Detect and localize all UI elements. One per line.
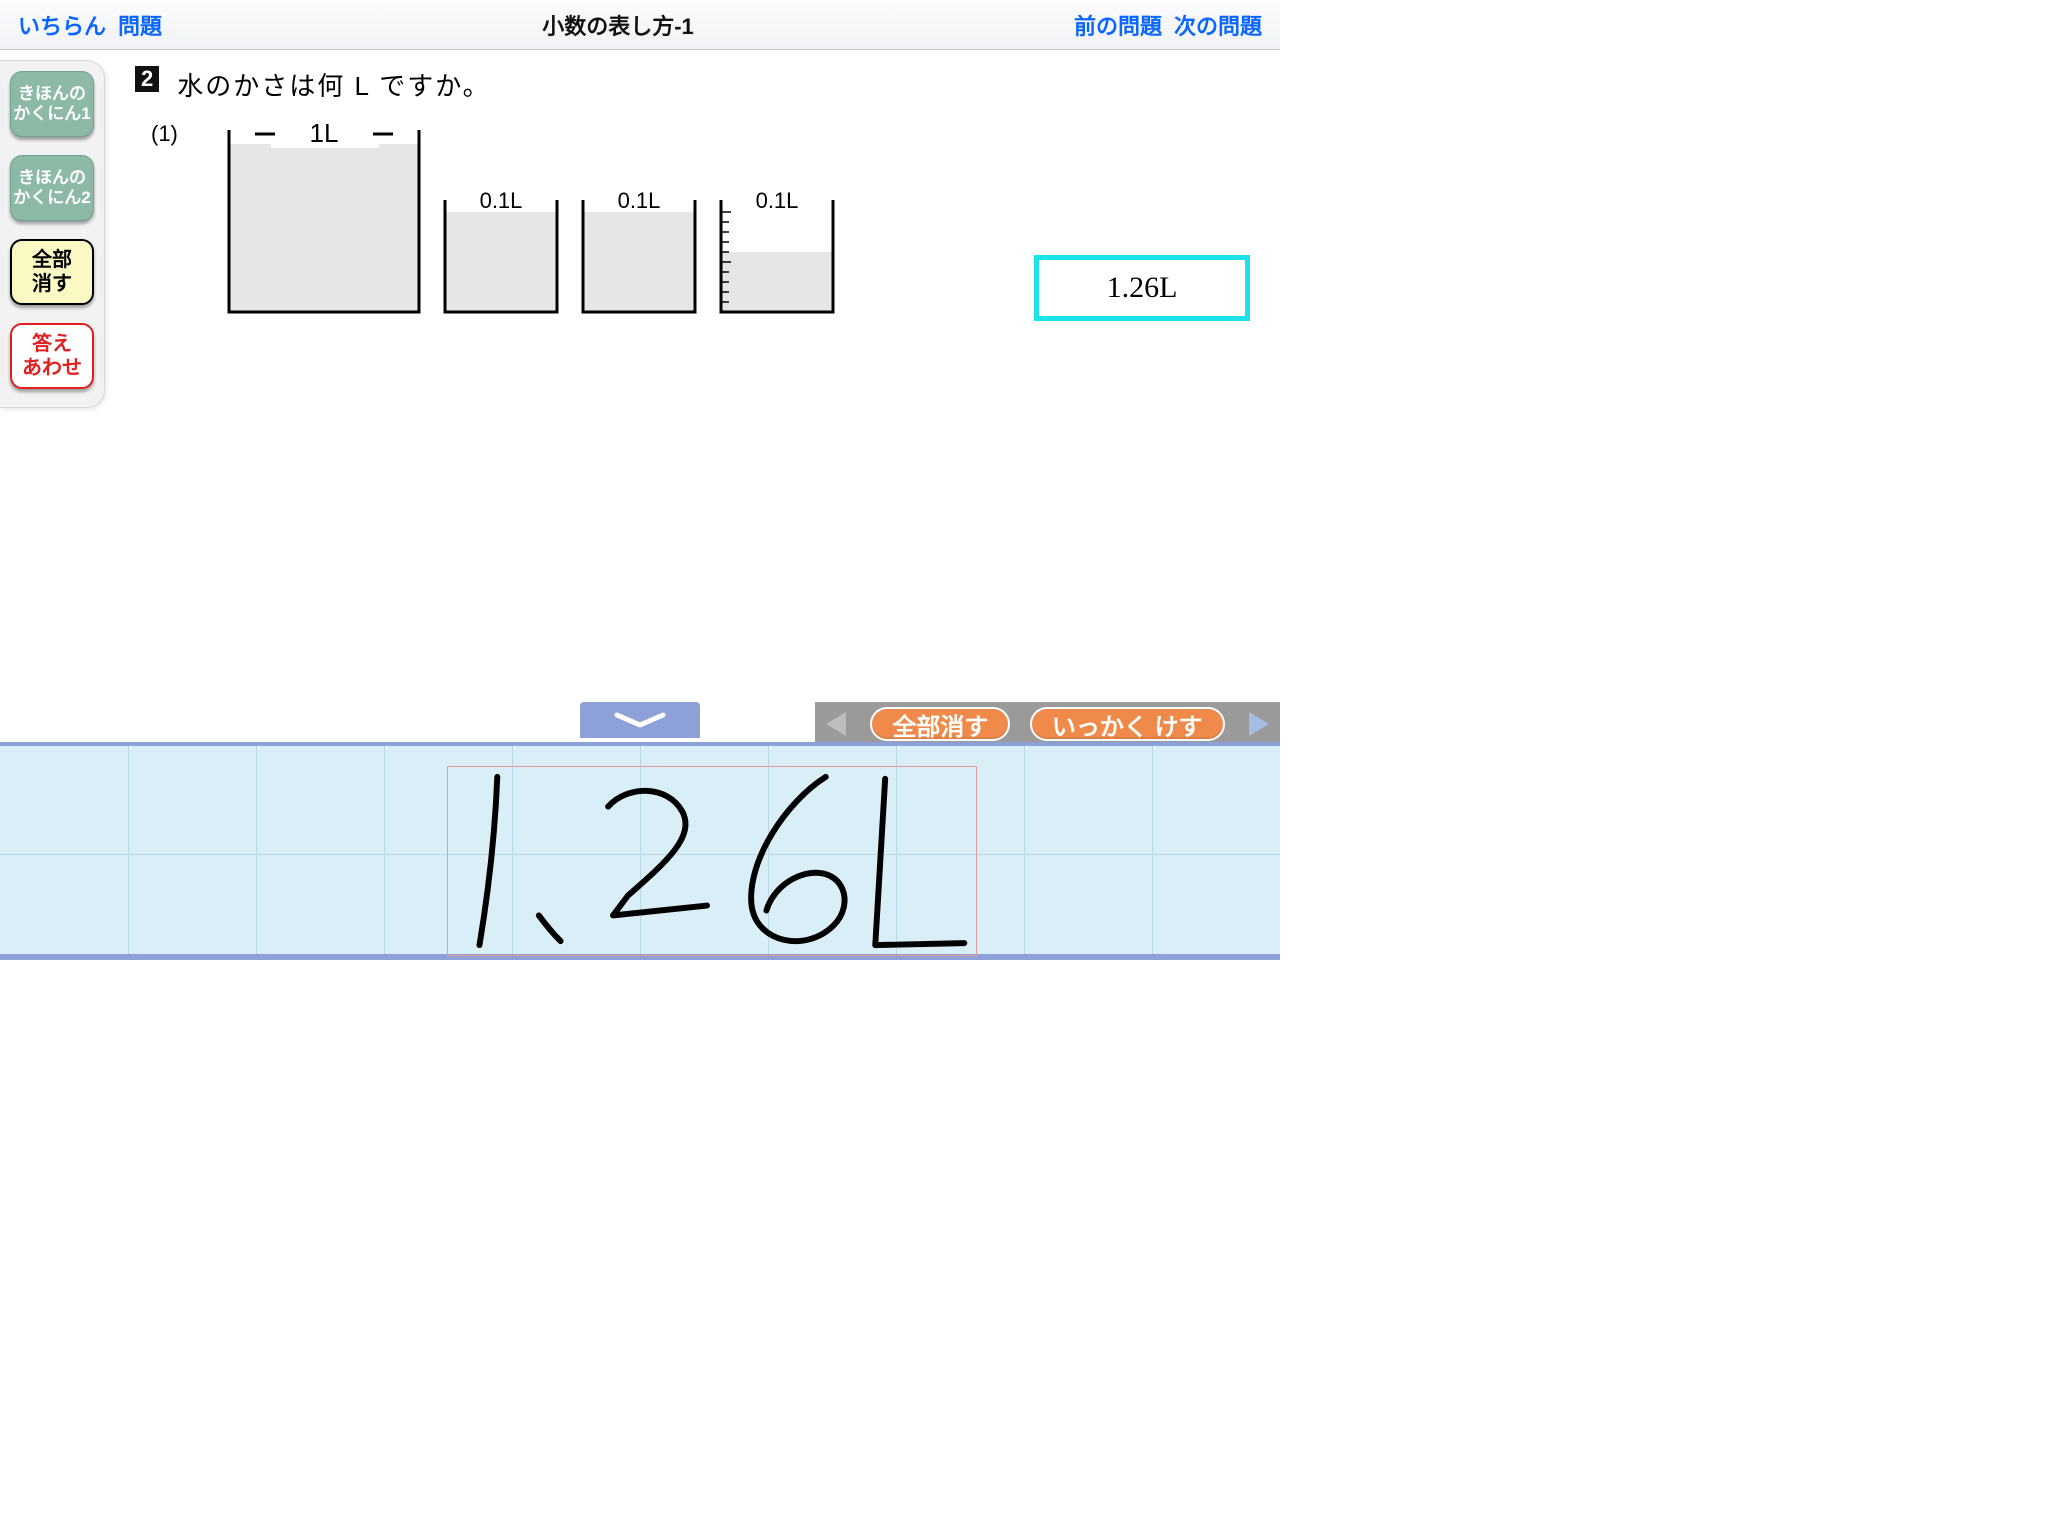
cup-01l-1-label: 0.1L bbox=[480, 190, 523, 213]
question-number-badge: 2 bbox=[135, 66, 159, 92]
clear-all-button[interactable]: 全部 消す bbox=[10, 239, 94, 305]
cup-01l-3-partial: 0.1L bbox=[717, 190, 837, 316]
chevron-down-icon bbox=[613, 711, 667, 729]
check-answer-button[interactable]: 答え あわせ bbox=[10, 323, 94, 389]
handwriting-ink-box[interactable] bbox=[447, 766, 977, 956]
answer-display[interactable]: 1.26L bbox=[1034, 255, 1250, 321]
cup-01l-2: 0.1L bbox=[579, 190, 699, 316]
basic-check-2-button[interactable]: きほんの かくにん2 bbox=[10, 155, 94, 221]
nav-problem-link[interactable]: 問題 bbox=[118, 9, 162, 41]
cup-01l-2-label: 0.1L bbox=[618, 190, 661, 213]
tool-clear-all-button[interactable]: 全部消す bbox=[870, 707, 1010, 741]
cup-01l-3-label: 0.1L bbox=[756, 190, 799, 213]
arrow-right-icon[interactable] bbox=[1244, 709, 1274, 739]
collapse-tab[interactable] bbox=[580, 702, 700, 738]
cup-1l-label: 1L bbox=[310, 120, 339, 148]
page-title: 小数の表し方-1 bbox=[542, 9, 694, 41]
main-content: 2 水のかさは何 L ですか。 (1) 1L 0.1L 0.1L bbox=[115, 60, 1280, 700]
writing-tool-strip: 全部消す いっかく けす bbox=[0, 702, 1280, 746]
basic-check-1-button[interactable]: きほんの かくにん1 bbox=[10, 71, 94, 137]
volume-diagram: 1L 0.1L 0.1L bbox=[225, 120, 837, 316]
sidebar: きほんの かくにん1 きほんの かくにん2 全部 消す 答え あわせ bbox=[0, 60, 105, 408]
tool-erase-stroke-button[interactable]: いっかく けす bbox=[1030, 707, 1225, 741]
nav-list-link[interactable]: いちらん bbox=[18, 9, 106, 41]
nav-prev-link[interactable]: 前の問題 bbox=[1074, 9, 1162, 41]
cup-1l: 1L bbox=[225, 120, 423, 316]
arrow-left-icon[interactable] bbox=[821, 709, 851, 739]
question-text: 水のかさは何 L ですか。 bbox=[177, 66, 490, 103]
handwriting-area[interactable] bbox=[0, 742, 1280, 960]
cup-01l-1: 0.1L bbox=[441, 190, 561, 316]
nav-next-link[interactable]: 次の問題 bbox=[1174, 9, 1262, 41]
header-bar: いちらん 問題 小数の表し方-1 前の問題 次の問題 bbox=[0, 0, 1280, 50]
handwriting-ink bbox=[448, 767, 976, 955]
